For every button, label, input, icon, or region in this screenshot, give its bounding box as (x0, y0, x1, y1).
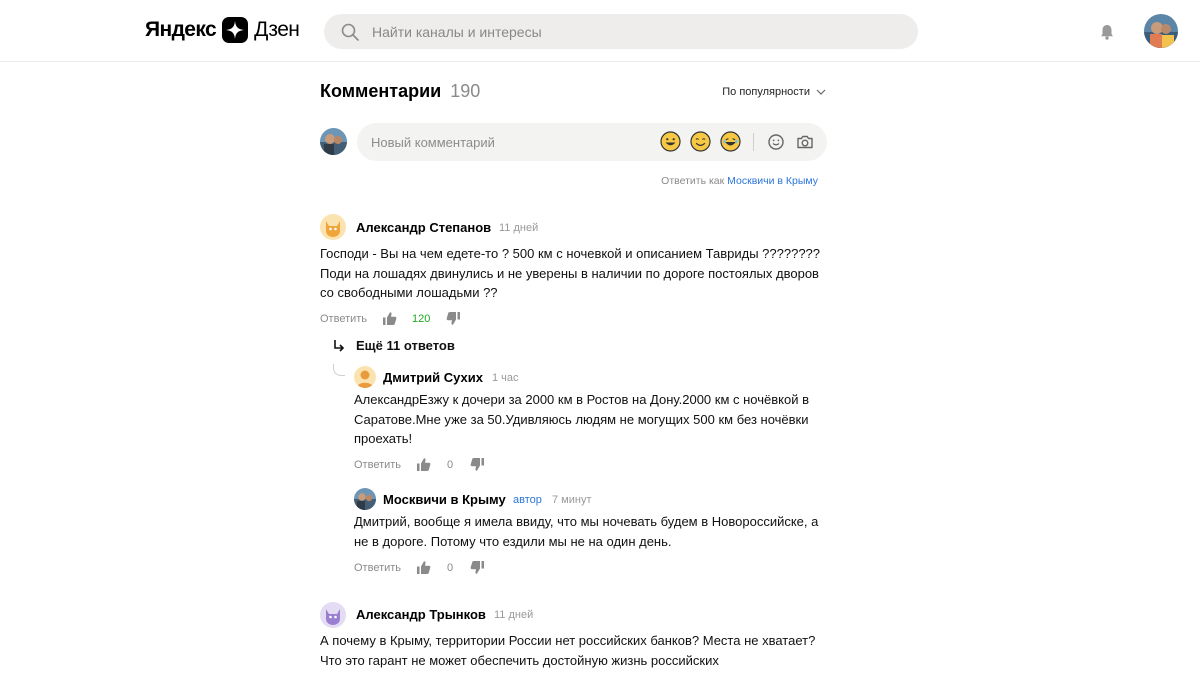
comment-text: Господи - Вы на чем едете-то ? 500 км с … (320, 246, 821, 300)
logo-word-zen: Дзен (254, 18, 300, 41)
thumbs-down-icon[interactable] (446, 311, 461, 326)
comment-author[interactable]: Александр Степанов (356, 220, 491, 235)
reply-author[interactable]: Дмитрий Сухих (383, 370, 483, 385)
thread-connector (333, 364, 345, 376)
comments-header: Комментарии 190 По популярности (320, 81, 830, 105)
thumbs-up-icon[interactable] (416, 560, 431, 575)
top-header: Яндекс Дзен (0, 0, 1200, 62)
reply-text: АлександрЕзжу к дочери за 2000 км в Рост… (354, 392, 809, 446)
grinning-emoji-icon[interactable] (660, 131, 681, 152)
reply-button[interactable]: Ответить (354, 459, 401, 471)
comment-avatar[interactable] (320, 214, 346, 240)
camera-icon[interactable] (795, 132, 815, 152)
search-icon (341, 23, 359, 41)
more-replies-toggle[interactable]: Ещё 11 ответов (332, 338, 455, 353)
likes-count: 120 (412, 312, 431, 325)
sort-label: По популярности (722, 86, 810, 98)
bell-icon[interactable] (1098, 23, 1116, 41)
laughing-emoji-icon[interactable] (720, 131, 741, 152)
reply-time: 7 минут (552, 494, 592, 506)
user-avatar[interactable] (1144, 14, 1178, 48)
zen-star-icon (222, 17, 249, 43)
thumbs-up-icon[interactable] (382, 311, 397, 326)
comment-avatar[interactable] (320, 602, 346, 628)
reply-arrow-icon (334, 339, 345, 352)
comments-title: Комментарии (320, 81, 442, 101)
reply-actions: Ответить 0 (354, 560, 485, 575)
reply-button[interactable]: Ответить (320, 313, 367, 325)
reply-as-prefix: Ответить как (661, 175, 725, 187)
comment-actions: Ответить 120 (320, 311, 461, 326)
current-user-avatar (320, 128, 347, 155)
search-bar[interactable] (324, 14, 918, 49)
new-comment-box[interactable] (357, 123, 827, 161)
reply-button[interactable]: Ответить (354, 562, 401, 574)
reply-avatar[interactable] (354, 366, 376, 388)
reply-avatar[interactable] (354, 488, 376, 510)
chevron-down-icon (816, 89, 826, 95)
reply-author[interactable]: Москвичи в Крыму (383, 492, 506, 507)
reply-time: 1 час (492, 372, 519, 384)
reply-as-line: Ответить как Москвичи в Крыму (661, 175, 818, 187)
author-badge: автор (513, 494, 542, 506)
search-input[interactable] (372, 23, 872, 40)
reply-as-channel-link[interactable]: Москвичи в Крыму (727, 175, 818, 187)
toolbar-divider (753, 133, 754, 151)
reply-actions: Ответить 0 (354, 457, 485, 472)
emoji-picker-icon[interactable] (766, 132, 786, 152)
smile-emoji-icon[interactable] (690, 131, 711, 152)
sort-dropdown[interactable]: По популярности (722, 86, 826, 98)
comment-text: А почему в Крыму, территории России нет … (320, 633, 816, 668)
thumbs-down-icon[interactable] (470, 457, 485, 472)
reply-text: Дмитрий, вообще я имела ввиду, что мы но… (354, 514, 819, 549)
likes-count: 0 (447, 561, 454, 574)
new-comment-input[interactable] (371, 134, 651, 150)
likes-count: 0 (447, 458, 454, 471)
comment-time: 11 дней (499, 222, 539, 234)
logo-word-yandex: Яндекс (145, 18, 217, 41)
thumbs-up-icon[interactable] (416, 457, 431, 472)
comment-time: 11 дней (494, 609, 534, 621)
comments-count: 190 (450, 81, 481, 101)
more-replies-label: Ещё 11 ответов (356, 338, 455, 353)
comment-author[interactable]: Александр Трынков (356, 607, 486, 622)
thumbs-down-icon[interactable] (470, 560, 485, 575)
yandex-zen-logo[interactable]: Яндекс Дзен (145, 17, 300, 43)
